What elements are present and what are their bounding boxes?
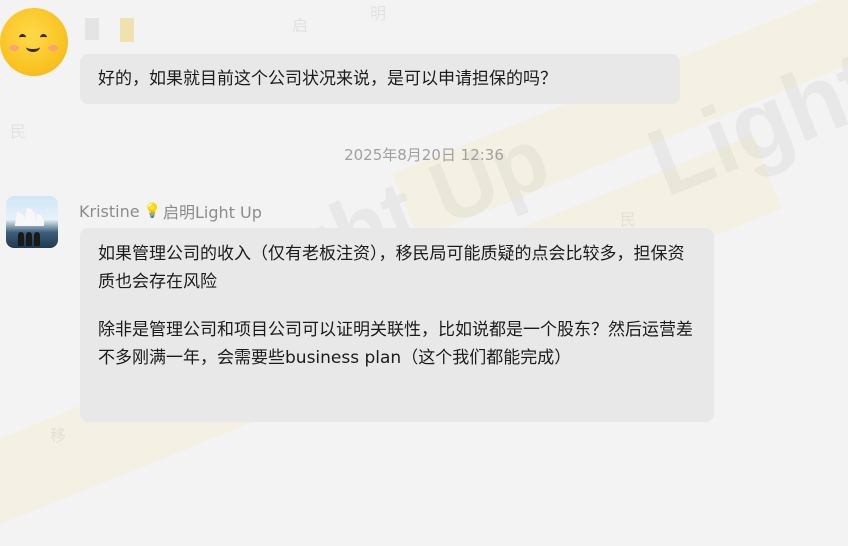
- watermark-char: 明: [370, 6, 387, 23]
- avatar-cheek: [9, 45, 19, 51]
- avatar-sail: [34, 214, 47, 226]
- avatar-cheek: [48, 45, 58, 51]
- message-timestamp: 2025年8月20日 12:36: [344, 146, 504, 164]
- message-paragraph: 如果管理公司的收入（仅有老板注资），移民局可能质疑的点会比较多，担保资质也会存在…: [98, 244, 685, 292]
- avatar-eye: [19, 34, 26, 41]
- message-bubble[interactable]: 如果管理公司的收入（仅有老板注资），移民局可能质疑的点会比较多，担保资质也会存在…: [80, 228, 714, 422]
- redacted-sender-name: [85, 18, 99, 40]
- watermark-char: 民: [10, 124, 27, 141]
- message-bubble[interactable]: 好的，如果就目前这个公司状况来说，是可以申请担保的吗？: [80, 54, 680, 104]
- message-text: 好的，如果就目前这个公司状况来说，是可以申请担保的吗？: [98, 69, 557, 89]
- avatar-eye: [40, 34, 47, 41]
- avatar-person: [26, 232, 32, 246]
- user-avatar-emoji[interactable]: [0, 8, 68, 76]
- lightbulb-icon: 💡: [143, 203, 161, 219]
- watermark-band: [392, 0, 848, 239]
- watermark-char: 民: [620, 212, 637, 229]
- watermark-logo: Light Up: [634, 0, 848, 219]
- avatar-mouth: [26, 42, 40, 52]
- watermark-char: 启: [292, 18, 309, 35]
- sender-line: Kristine 💡 启明Light Up: [79, 199, 262, 223]
- message-paragraph: 除非是管理公司和项目公司可以证明关联性，比如说都是一个股东？然后运营差不多刚满一…: [98, 320, 693, 368]
- watermark-char: 移: [50, 428, 67, 445]
- contact-avatar[interactable]: [6, 196, 58, 248]
- avatar-person: [18, 232, 24, 246]
- redacted-sender-name: [120, 18, 134, 42]
- avatar-person: [34, 232, 40, 246]
- sender-org: 启明Light Up: [163, 203, 262, 222]
- sender-name[interactable]: Kristine: [79, 202, 140, 221]
